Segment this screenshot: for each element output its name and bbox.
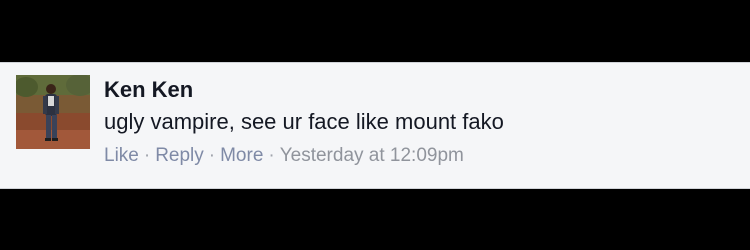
comment-author-name[interactable]: Ken Ken — [104, 75, 730, 105]
separator: · — [268, 145, 275, 166]
comment-timestamp[interactable]: Yesterday at 12:09pm — [280, 145, 464, 166]
avatar[interactable] — [16, 75, 90, 149]
comment-actions: Like · Reply · More · Yesterday at 12:09pm — [104, 143, 730, 169]
reply-link[interactable]: Reply — [155, 145, 204, 166]
avatar-photo — [16, 75, 90, 149]
like-link[interactable]: Like — [104, 145, 139, 166]
comment-body: Ken Ken ugly vampire, see ur face like m… — [104, 75, 730, 169]
comment-card: Ken Ken ugly vampire, see ur face like m… — [0, 62, 750, 189]
separator: · — [143, 145, 151, 166]
separator: · — [208, 145, 216, 166]
more-link[interactable]: More — [220, 145, 263, 166]
comment-text: ugly vampire, see ur face like mount fak… — [104, 109, 504, 134]
